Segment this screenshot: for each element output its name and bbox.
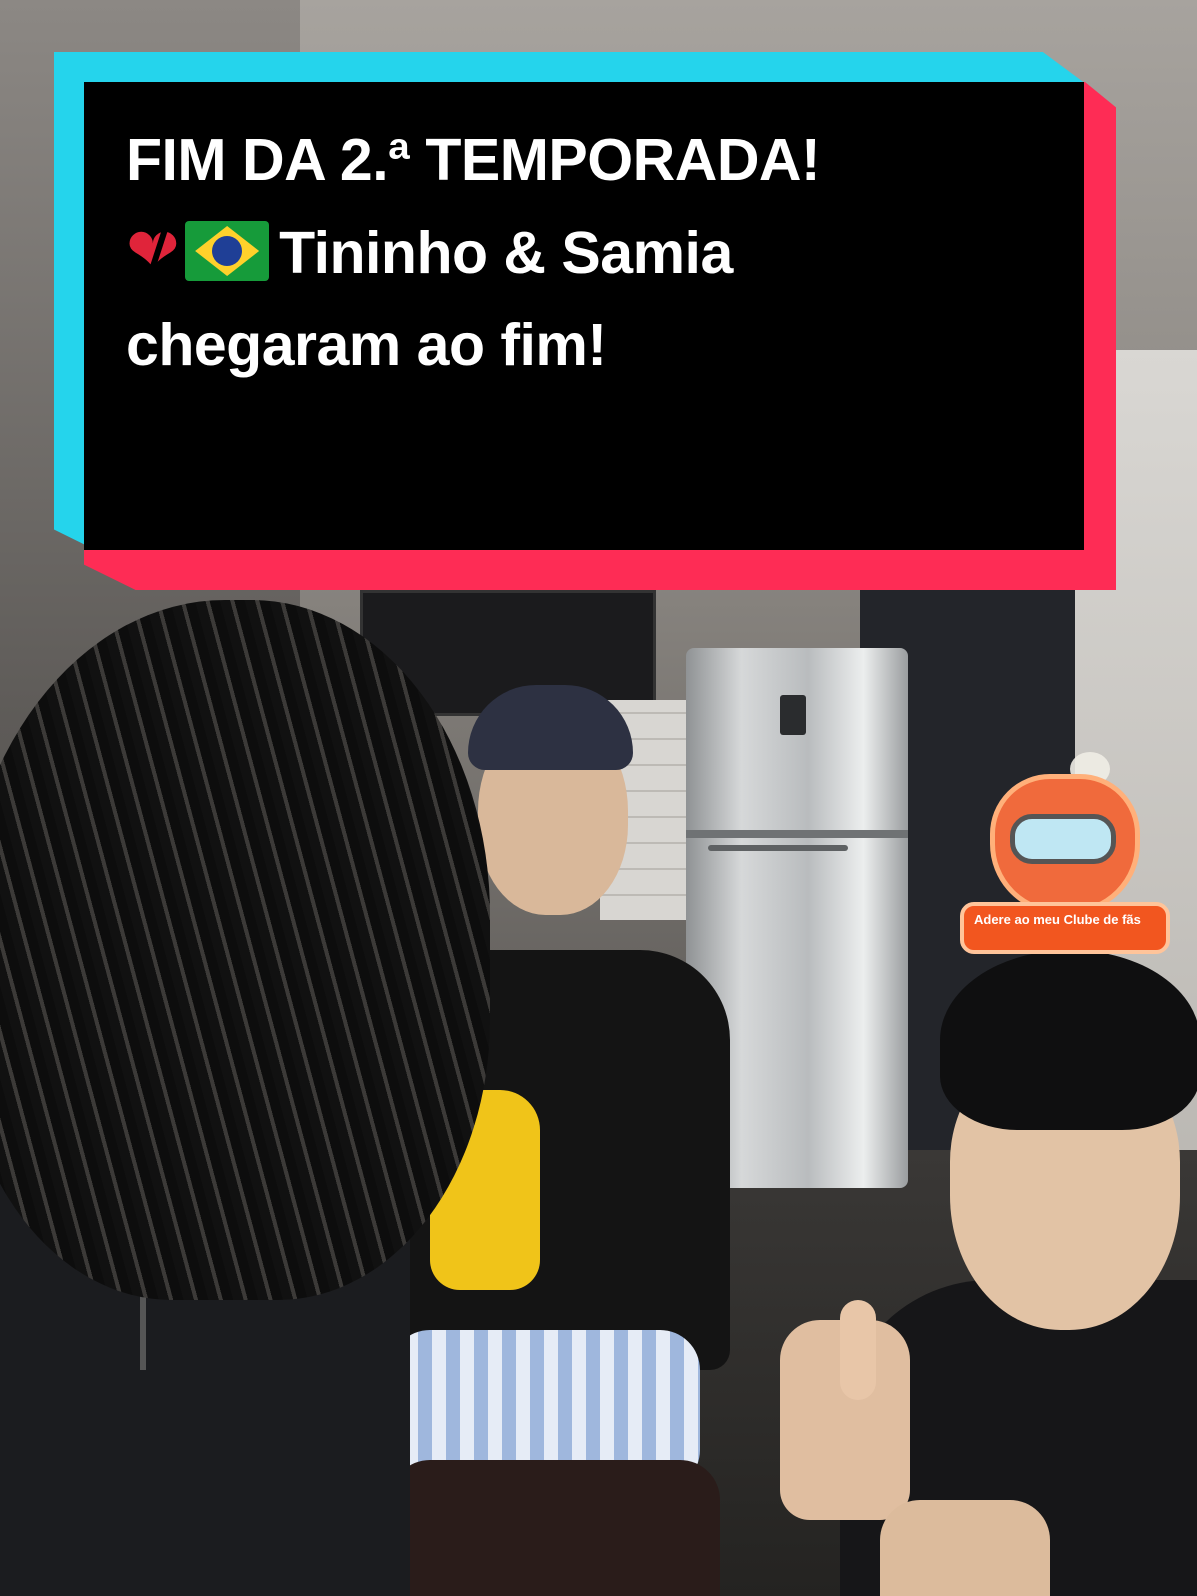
hand	[880, 1500, 1050, 1596]
blanket	[390, 1460, 720, 1596]
caption-line-2: ❤ Tininho & Samia	[126, 206, 1006, 299]
caption-text: FIM DA 2.ª TEMPORADA! ❤ Tininho & Samia c…	[126, 114, 1006, 391]
caption-line-3: chegaram ao fim!	[126, 312, 607, 378]
refrigerator-seam	[686, 830, 908, 838]
caption-line-1: FIM DA 2.ª TEMPORADA!	[126, 127, 821, 193]
thumb	[840, 1300, 876, 1400]
caption-card: FIM DA 2.ª TEMPORADA! ❤ Tininho & Samia c…	[54, 52, 1116, 590]
refrigerator-display	[780, 695, 806, 735]
broken-heart-icon: ❤	[126, 206, 180, 298]
braided-hair	[0, 600, 490, 1300]
fan-club-label[interactable]: Adere ao meu Clube de fãs	[960, 902, 1170, 954]
person-right-hair	[940, 950, 1197, 1130]
goggles-icon	[1010, 814, 1116, 864]
caption-names: Tininho & Samia	[279, 220, 733, 286]
refrigerator-handle	[708, 845, 848, 851]
fan-club-sticker[interactable]: Adere ao meu Clube de fãs	[950, 752, 1178, 962]
brazil-flag-icon	[185, 221, 270, 281]
